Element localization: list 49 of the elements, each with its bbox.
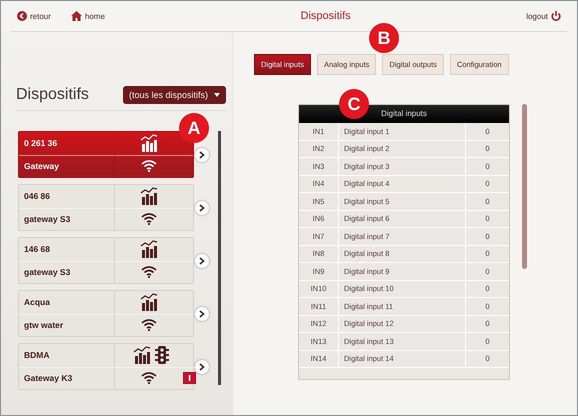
device-name: gateway S3 xyxy=(19,208,115,230)
callout-marker: B xyxy=(369,23,399,53)
scrollbar[interactable] xyxy=(218,131,221,385)
device-card[interactable]: 046 86 gateway S3 xyxy=(18,184,194,231)
device-filter-dropdown[interactable]: (tous les dispositifs) xyxy=(122,86,226,104)
chevron-icon xyxy=(199,362,205,370)
bar-chart-icon xyxy=(140,293,158,312)
back-link[interactable]: retour xyxy=(17,11,51,21)
back-icon xyxy=(17,11,27,21)
device-id: Acqua xyxy=(19,291,115,314)
wifi-icon xyxy=(141,213,157,226)
device-id: 146 68 xyxy=(19,238,115,260)
chevron-icon xyxy=(199,256,205,264)
dropdown-caret-icon xyxy=(214,93,220,97)
page-title: Dispositifs xyxy=(300,10,352,22)
wifi-icon xyxy=(141,372,157,384)
bar-chart-icon xyxy=(140,134,158,152)
bar-chart-icon xyxy=(140,240,158,258)
wifi-icon xyxy=(141,266,157,278)
wifi-icon xyxy=(141,319,157,332)
wifi-icon xyxy=(141,160,157,172)
device-id: 046 86 xyxy=(19,185,115,208)
chevron-button[interactable] xyxy=(195,200,209,214)
home-icon xyxy=(70,11,82,21)
chevron-button[interactable] xyxy=(195,306,209,320)
device-name: Gateway xyxy=(19,154,115,177)
chevron-button[interactable] xyxy=(195,148,209,162)
device-card[interactable]: BDMA Gateway K3 xyxy=(18,343,194,390)
logout-link[interactable]: logout xyxy=(526,11,561,21)
device-card[interactable]: 146 68 gateway S3 xyxy=(18,237,194,284)
chevron-icon xyxy=(199,310,205,318)
device-name: gateway S3 xyxy=(19,260,115,283)
chevron-button[interactable] xyxy=(195,254,209,268)
home-link[interactable]: home xyxy=(70,11,105,21)
bar-chart-icon xyxy=(132,346,150,364)
device-id: BDMA xyxy=(19,344,115,366)
device-id: 0 261 36 xyxy=(19,132,115,154)
chevron-icon xyxy=(199,204,205,212)
device-card[interactable]: Acqua gtw water xyxy=(18,290,194,337)
section-heading: Dispositifs xyxy=(16,86,89,104)
device-name: gtw water xyxy=(19,314,115,336)
bar-chart-icon xyxy=(140,187,158,206)
chevron-button[interactable] xyxy=(195,360,209,374)
power-icon xyxy=(551,11,561,21)
traffic-light-icon xyxy=(154,346,168,364)
scrollbar[interactable] xyxy=(522,104,527,269)
alert-icon xyxy=(183,372,196,384)
chevron-icon xyxy=(199,150,205,158)
device-name: Gateway K3 xyxy=(19,366,115,389)
